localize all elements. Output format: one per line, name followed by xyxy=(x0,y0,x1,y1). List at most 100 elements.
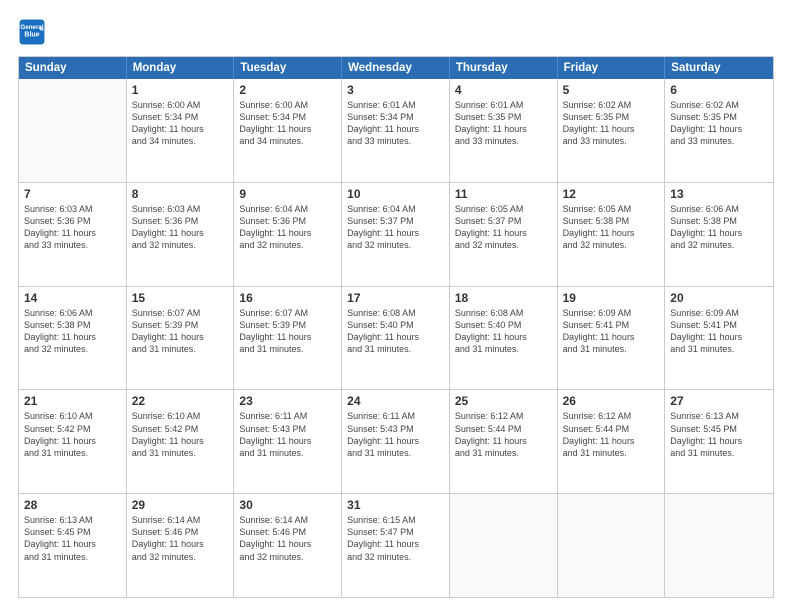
day-number: 29 xyxy=(132,498,229,512)
day-info: Sunrise: 6:09 AMSunset: 5:41 PMDaylight:… xyxy=(563,307,660,356)
svg-text:Blue: Blue xyxy=(24,32,39,39)
day-info: Sunrise: 6:08 AMSunset: 5:40 PMDaylight:… xyxy=(347,307,444,356)
calendar-row-5: 28Sunrise: 6:13 AMSunset: 5:45 PMDayligh… xyxy=(19,494,773,597)
day-number: 11 xyxy=(455,187,552,201)
day-number: 5 xyxy=(563,83,660,97)
day-info: Sunrise: 6:06 AMSunset: 5:38 PMDaylight:… xyxy=(670,203,768,252)
calendar-day-28: 28Sunrise: 6:13 AMSunset: 5:45 PMDayligh… xyxy=(19,494,127,597)
calendar-empty-cell xyxy=(450,494,558,597)
calendar-day-21: 21 Sunrise: 6:10 AMSunset: 5:42 PMDayligh… xyxy=(19,390,127,493)
calendar-body: 1 Sunrise: 6:00 AMSunset: 5:34 PMDaylight… xyxy=(19,79,773,597)
day-info: Sunrise: 6:04 AMSunset: 5:36 PMDaylight:… xyxy=(239,203,336,252)
calendar-day-17: 17 Sunrise: 6:08 AMSunset: 5:40 PMDayligh… xyxy=(342,287,450,390)
day-number: 20 xyxy=(670,291,768,305)
day-number: 23 xyxy=(239,394,336,408)
day-info: Sunrise: 6:05 AMSunset: 5:37 PMDaylight:… xyxy=(455,203,552,252)
day-info: Sunrise: 6:15 AMSunset: 5:47 PMDaylight:… xyxy=(347,514,444,563)
calendar-day-12: 12Sunrise: 6:05 AMSunset: 5:38 PMDayligh… xyxy=(558,183,666,286)
day-number: 3 xyxy=(347,83,444,97)
calendar-day-6: 6 Sunrise: 6:02 AMSunset: 5:35 PMDaylight… xyxy=(665,79,773,182)
day-info: Sunrise: 6:01 AMSunset: 5:34 PMDaylight:… xyxy=(347,99,444,148)
day-number: 25 xyxy=(455,394,552,408)
day-number: 21 xyxy=(24,394,121,408)
day-info: Sunrise: 6:00 AMSunset: 5:34 PMDaylight:… xyxy=(239,99,336,148)
day-info: Sunrise: 6:07 AMSunset: 5:39 PMDaylight:… xyxy=(132,307,229,356)
day-info: Sunrise: 6:02 AMSunset: 5:35 PMDaylight:… xyxy=(670,99,768,148)
day-number: 1 xyxy=(132,83,229,97)
page: General Blue SundayMondayTuesdayWednesda… xyxy=(0,0,792,612)
day-number: 17 xyxy=(347,291,444,305)
calendar-row-4: 21 Sunrise: 6:10 AMSunset: 5:42 PMDayligh… xyxy=(19,390,773,494)
day-info: Sunrise: 6:01 AMSunset: 5:35 PMDaylight:… xyxy=(455,99,552,148)
calendar-empty-cell xyxy=(665,494,773,597)
day-info: Sunrise: 6:12 AMSunset: 5:44 PMDaylight:… xyxy=(563,410,660,459)
calendar-day-30: 30Sunrise: 6:14 AMSunset: 5:46 PMDayligh… xyxy=(234,494,342,597)
day-info: Sunrise: 6:03 AMSunset: 5:36 PMDaylight:… xyxy=(24,203,121,252)
calendar-day-2: 2 Sunrise: 6:00 AMSunset: 5:34 PMDaylight… xyxy=(234,79,342,182)
calendar-day-29: 29 Sunrise: 6:14 AMSunset: 5:46 PMDayligh… xyxy=(127,494,235,597)
calendar-day-10: 10Sunrise: 6:04 AMSunset: 5:37 PMDayligh… xyxy=(342,183,450,286)
day-info: Sunrise: 6:13 AMSunset: 5:45 PMDaylight:… xyxy=(24,514,121,563)
weekday-header-sunday: Sunday xyxy=(19,57,127,79)
calendar-row-3: 14Sunrise: 6:06 AMSunset: 5:38 PMDayligh… xyxy=(19,287,773,391)
day-number: 24 xyxy=(347,394,444,408)
weekday-header-saturday: Saturday xyxy=(665,57,773,79)
calendar-day-31: 31 Sunrise: 6:15 AMSunset: 5:47 PMDayligh… xyxy=(342,494,450,597)
day-info: Sunrise: 6:10 AMSunset: 5:42 PMDaylight:… xyxy=(24,410,121,459)
day-number: 2 xyxy=(239,83,336,97)
day-number: 26 xyxy=(563,394,660,408)
calendar-day-23: 23 Sunrise: 6:11 AMSunset: 5:43 PMDayligh… xyxy=(234,390,342,493)
day-info: Sunrise: 6:13 AMSunset: 5:45 PMDaylight:… xyxy=(670,410,768,459)
logo-icon: General Blue xyxy=(18,18,46,46)
calendar-day-9: 9Sunrise: 6:04 AMSunset: 5:36 PMDaylight… xyxy=(234,183,342,286)
calendar: SundayMondayTuesdayWednesdayThursdayFrid… xyxy=(18,56,774,598)
calendar-day-22: 22 Sunrise: 6:10 AMSunset: 5:42 PMDayligh… xyxy=(127,390,235,493)
day-number: 6 xyxy=(670,83,768,97)
day-number: 22 xyxy=(132,394,229,408)
weekday-header-monday: Monday xyxy=(127,57,235,79)
day-number: 10 xyxy=(347,187,444,201)
calendar-day-26: 26 Sunrise: 6:12 AMSunset: 5:44 PMDayligh… xyxy=(558,390,666,493)
day-info: Sunrise: 6:05 AMSunset: 5:38 PMDaylight:… xyxy=(563,203,660,252)
day-number: 16 xyxy=(239,291,336,305)
weekday-header-friday: Friday xyxy=(558,57,666,79)
calendar-day-18: 18Sunrise: 6:08 AMSunset: 5:40 PMDayligh… xyxy=(450,287,558,390)
day-number: 4 xyxy=(455,83,552,97)
calendar-day-20: 20 Sunrise: 6:09 AMSunset: 5:41 PMDayligh… xyxy=(665,287,773,390)
day-info: Sunrise: 6:12 AMSunset: 5:44 PMDaylight:… xyxy=(455,410,552,459)
day-number: 27 xyxy=(670,394,768,408)
calendar-day-11: 11 Sunrise: 6:05 AMSunset: 5:37 PMDayligh… xyxy=(450,183,558,286)
day-info: Sunrise: 6:10 AMSunset: 5:42 PMDaylight:… xyxy=(132,410,229,459)
calendar-day-7: 7 Sunrise: 6:03 AMSunset: 5:36 PMDaylight… xyxy=(19,183,127,286)
calendar-day-13: 13Sunrise: 6:06 AMSunset: 5:38 PMDayligh… xyxy=(665,183,773,286)
weekday-header-thursday: Thursday xyxy=(450,57,558,79)
day-info: Sunrise: 6:07 AMSunset: 5:39 PMDaylight:… xyxy=(239,307,336,356)
calendar-day-4: 4 Sunrise: 6:01 AMSunset: 5:35 PMDaylight… xyxy=(450,79,558,182)
day-info: Sunrise: 6:02 AMSunset: 5:35 PMDaylight:… xyxy=(563,99,660,148)
calendar-empty-cell xyxy=(558,494,666,597)
calendar-day-16: 16 Sunrise: 6:07 AMSunset: 5:39 PMDayligh… xyxy=(234,287,342,390)
calendar-day-15: 15 Sunrise: 6:07 AMSunset: 5:39 PMDayligh… xyxy=(127,287,235,390)
calendar-day-19: 19 Sunrise: 6:09 AMSunset: 5:41 PMDayligh… xyxy=(558,287,666,390)
day-info: Sunrise: 6:06 AMSunset: 5:38 PMDaylight:… xyxy=(24,307,121,356)
day-info: Sunrise: 6:11 AMSunset: 5:43 PMDaylight:… xyxy=(239,410,336,459)
calendar-day-24: 24 Sunrise: 6:11 AMSunset: 5:43 PMDayligh… xyxy=(342,390,450,493)
day-number: 31 xyxy=(347,498,444,512)
logo: General Blue xyxy=(18,18,50,46)
day-info: Sunrise: 6:08 AMSunset: 5:40 PMDaylight:… xyxy=(455,307,552,356)
header: General Blue xyxy=(18,18,774,46)
day-number: 19 xyxy=(563,291,660,305)
day-info: Sunrise: 6:11 AMSunset: 5:43 PMDaylight:… xyxy=(347,410,444,459)
calendar-day-8: 8Sunrise: 6:03 AMSunset: 5:36 PMDaylight… xyxy=(127,183,235,286)
day-number: 15 xyxy=(132,291,229,305)
day-number: 7 xyxy=(24,187,121,201)
calendar-day-3: 3 Sunrise: 6:01 AMSunset: 5:34 PMDaylight… xyxy=(342,79,450,182)
day-info: Sunrise: 6:09 AMSunset: 5:41 PMDaylight:… xyxy=(670,307,768,356)
calendar-day-1: 1Sunrise: 6:00 AMSunset: 5:34 PMDaylight… xyxy=(127,79,235,182)
calendar-day-25: 25 Sunrise: 6:12 AMSunset: 5:44 PMDayligh… xyxy=(450,390,558,493)
calendar-empty-cell xyxy=(19,79,127,182)
day-info: Sunrise: 6:14 AMSunset: 5:46 PMDaylight:… xyxy=(239,514,336,563)
calendar-day-5: 5 Sunrise: 6:02 AMSunset: 5:35 PMDaylight… xyxy=(558,79,666,182)
day-info: Sunrise: 6:14 AMSunset: 5:46 PMDaylight:… xyxy=(132,514,229,563)
calendar-row-2: 7 Sunrise: 6:03 AMSunset: 5:36 PMDaylight… xyxy=(19,183,773,287)
